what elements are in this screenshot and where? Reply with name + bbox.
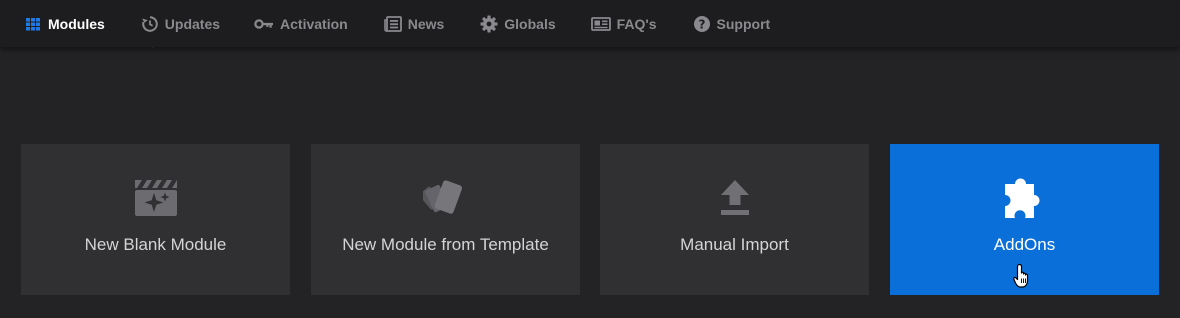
nav-label: Support — [716, 15, 771, 32]
nav-modules[interactable]: Modules — [24, 0, 105, 47]
manual-import-card[interactable]: Manual Import — [600, 144, 869, 295]
nav-label: FAQ's — [616, 15, 657, 32]
nav-activation[interactable]: Activation — [254, 0, 348, 47]
nav-label: News — [407, 15, 445, 32]
nav-label: Activation — [280, 15, 348, 32]
card-label: New Module from Template — [342, 235, 549, 254]
card-label: New Blank Module — [84, 235, 227, 254]
news-icon — [383, 15, 402, 33]
nav-label: Globals — [504, 15, 556, 32]
puzzle-icon — [1002, 175, 1048, 226]
pointer-cursor-icon — [1013, 263, 1035, 289]
faq-icon — [590, 15, 611, 33]
template-cards-icon — [418, 178, 469, 223]
clapperboard-sparkle-icon — [134, 179, 178, 222]
support-icon: ? — [693, 15, 711, 33]
updates-icon — [141, 15, 159, 33]
new-blank-module-card[interactable]: New Blank Module — [21, 144, 290, 295]
upload-icon — [719, 179, 751, 222]
nav-support[interactable]: ? Support — [693, 0, 771, 47]
nav-news[interactable]: News — [383, 0, 445, 47]
nav-updates[interactable]: Updates — [141, 0, 220, 47]
card-label: Manual Import — [680, 235, 789, 254]
key-icon — [254, 15, 274, 33]
nav-label: Modules — [48, 15, 105, 32]
nav-label: Updates — [164, 15, 221, 32]
card-label: AddOns — [993, 235, 1056, 254]
top-nav: Modules Updates Activation News Globals … — [0, 0, 1180, 47]
nav-globals[interactable]: Globals — [480, 0, 556, 47]
nav-faqs[interactable]: FAQ's — [590, 0, 657, 47]
grid-icon — [24, 15, 42, 33]
new-module-from-template-card[interactable]: New Module from Template — [311, 144, 580, 295]
gear-icon — [480, 15, 498, 33]
svg-text:?: ? — [698, 17, 705, 31]
